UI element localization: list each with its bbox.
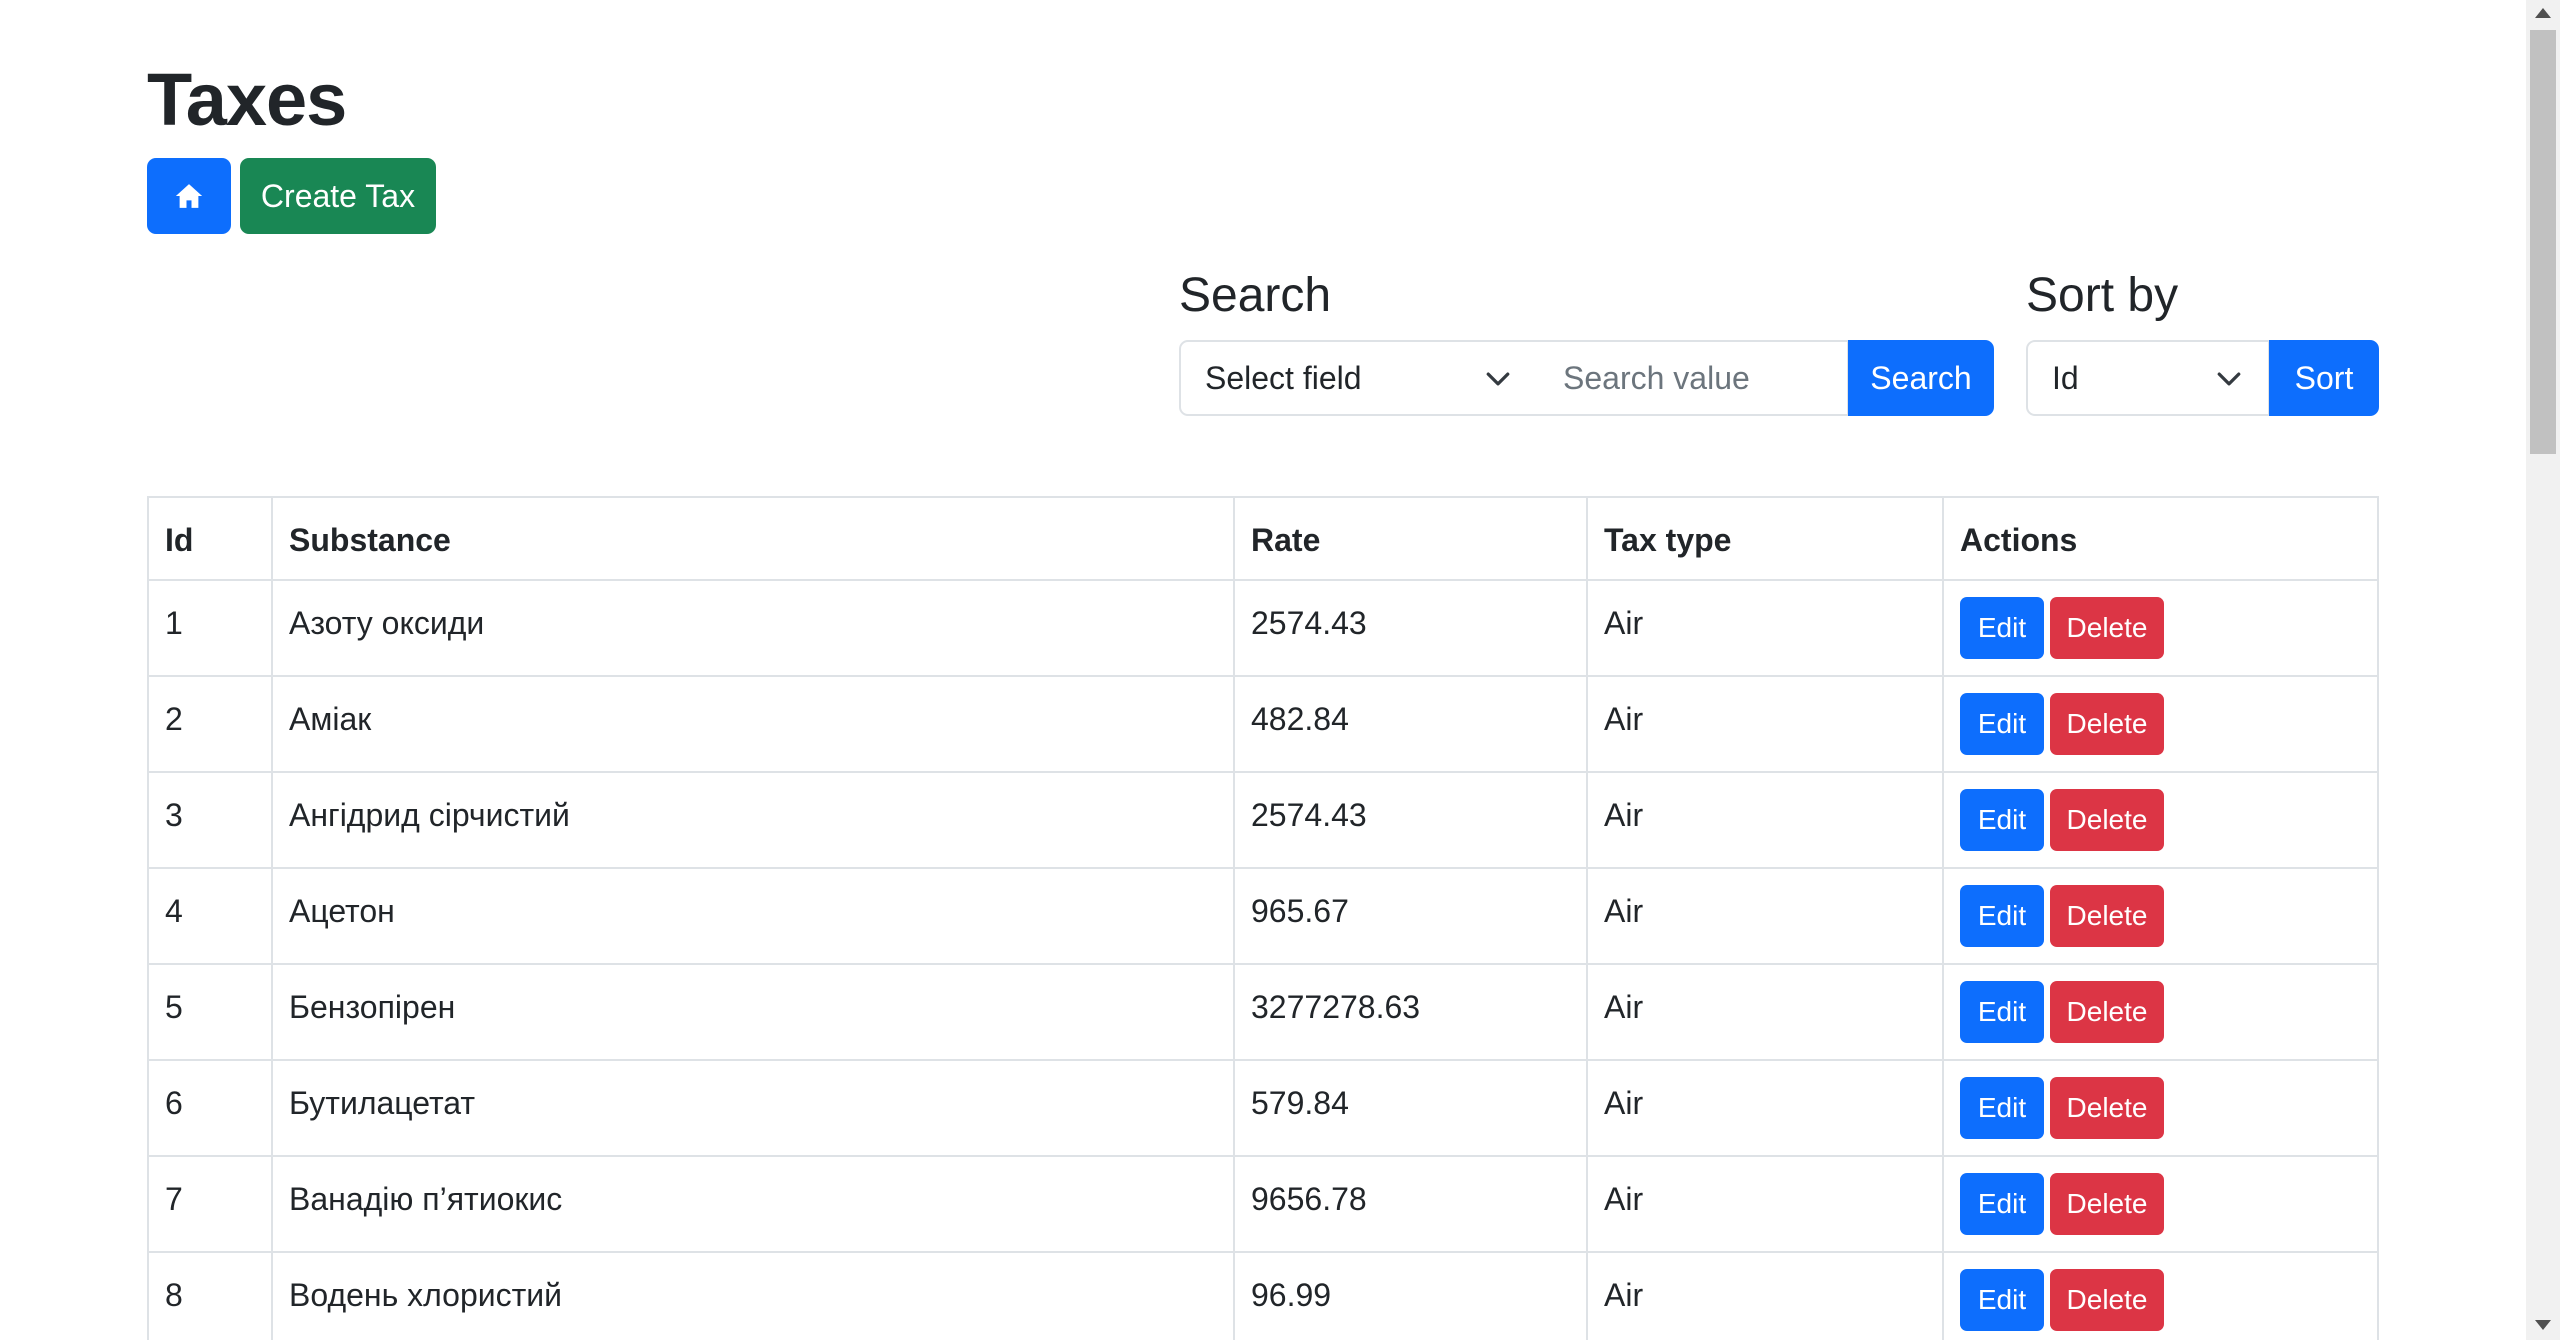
search-input[interactable]: Search value (1537, 340, 1849, 416)
sort-heading: Sort by (2026, 269, 2179, 322)
delete-button[interactable]: Delete (2050, 1173, 2164, 1235)
search-button[interactable]: Search (1848, 340, 1994, 416)
cell-tax-type: Air (1586, 963, 1944, 1061)
cell-substance: Водень хлористий (271, 1251, 1235, 1340)
cell-id: 6 (147, 1059, 273, 1157)
edit-button[interactable]: Edit (1960, 597, 2044, 659)
header-substance: Substance (271, 496, 1235, 581)
cell-actions: Edit Delete (1942, 579, 2379, 677)
sort-field-select[interactable]: Id (2026, 340, 2270, 416)
sort-field-select-value: Id (2052, 359, 2079, 396)
sort-button[interactable]: Sort (2269, 340, 2379, 416)
cell-id: 5 (147, 963, 273, 1061)
delete-button[interactable]: Delete (2050, 885, 2164, 947)
cell-substance: Аміак (271, 675, 1235, 773)
edit-button[interactable]: Edit (1960, 1077, 2044, 1139)
cell-substance: Ацетон (271, 867, 1235, 965)
cell-rate: 579.84 (1233, 1059, 1588, 1157)
cell-substance: Бутилацетат (271, 1059, 1235, 1157)
cell-tax-type: Air (1586, 867, 1944, 965)
cell-actions: Edit Delete (1942, 1155, 2379, 1253)
edit-button[interactable]: Edit (1960, 693, 2044, 755)
cell-id: 7 (147, 1155, 273, 1253)
search-field-select[interactable]: Select field (1179, 340, 1539, 416)
delete-button[interactable]: Delete (2050, 981, 2164, 1043)
table-row: 4 Ацетон 965.67 Air Edit Delete (147, 867, 2379, 965)
home-button[interactable] (147, 158, 231, 234)
cell-rate: 482.84 (1233, 675, 1588, 773)
cell-actions: Edit Delete (1942, 675, 2379, 773)
cell-rate: 96.99 (1233, 1251, 1588, 1340)
cell-tax-type: Air (1586, 579, 1944, 677)
cell-tax-type: Air (1586, 1251, 1944, 1340)
cell-actions: Edit Delete (1942, 867, 2379, 965)
table-row: 1 Азоту оксиди 2574.43 Air Edit Delete (147, 579, 2379, 677)
search-heading: Search (1179, 269, 1332, 322)
search-input-placeholder: Search value (1563, 359, 1750, 396)
edit-button[interactable]: Edit (1960, 1173, 2044, 1235)
cell-rate: 9656.78 (1233, 1155, 1588, 1253)
delete-button[interactable]: Delete (2050, 597, 2164, 659)
page-title: Taxes (147, 58, 347, 141)
cell-actions: Edit Delete (1942, 1251, 2379, 1340)
home-icon (175, 184, 203, 208)
cell-id: 1 (147, 579, 273, 677)
delete-button[interactable]: Delete (2050, 1269, 2164, 1331)
edit-button[interactable]: Edit (1960, 885, 2044, 947)
cell-rate: 2574.43 (1233, 771, 1588, 869)
table-row: 7 Ванадію п’ятиокис 9656.78 Air Edit Dele… (147, 1155, 2379, 1253)
header-rate: Rate (1233, 496, 1588, 581)
page: Taxes Create Tax Search Select field Sea… (0, 0, 2560, 1340)
delete-button[interactable]: Delete (2050, 789, 2164, 851)
cell-substance: Ангідрид сірчистий (271, 771, 1235, 869)
cell-substance: Бензопірен (271, 963, 1235, 1061)
scroll-up-arrow-icon[interactable] (2535, 8, 2551, 18)
header-tax-type: Tax type (1586, 496, 1944, 581)
cell-actions: Edit Delete (1942, 771, 2379, 869)
delete-button[interactable]: Delete (2050, 693, 2164, 755)
create-tax-button[interactable]: Create Tax (240, 158, 436, 234)
cell-actions: Edit Delete (1942, 963, 2379, 1061)
header-actions: Actions (1942, 496, 2379, 581)
edit-button[interactable]: Edit (1960, 789, 2044, 851)
cell-rate: 3277278.63 (1233, 963, 1588, 1061)
taxes-table: Id Substance Rate Tax type Actions 1 Азо… (147, 496, 2379, 1340)
cell-substance: Ванадію п’ятиокис (271, 1155, 1235, 1253)
table-row: 3 Ангідрид сірчистий 2574.43 Air Edit Del… (147, 771, 2379, 869)
cell-id: 8 (147, 1251, 273, 1340)
cell-tax-type: Air (1586, 771, 1944, 869)
search-field-select-value: Select field (1205, 359, 1362, 396)
cell-id: 4 (147, 867, 273, 965)
table-header-row: Id Substance Rate Tax type Actions (147, 496, 2379, 581)
edit-button[interactable]: Edit (1960, 981, 2044, 1043)
cell-actions: Edit Delete (1942, 1059, 2379, 1157)
table-row: 8 Водень хлористий 96.99 Air Edit Delete (147, 1251, 2379, 1340)
cell-tax-type: Air (1586, 675, 1944, 773)
cell-id: 3 (147, 771, 273, 869)
scrollbar-thumb[interactable] (2530, 30, 2556, 454)
edit-button[interactable]: Edit (1960, 1269, 2044, 1331)
delete-button[interactable]: Delete (2050, 1077, 2164, 1139)
cell-tax-type: Air (1586, 1155, 1944, 1253)
table-row: 5 Бензопірен 3277278.63 Air Edit Delete (147, 963, 2379, 1061)
table-row: 6 Бутилацетат 579.84 Air Edit Delete (147, 1059, 2379, 1157)
scroll-down-arrow-icon[interactable] (2535, 1320, 2551, 1330)
chevron-down-icon (2217, 372, 2241, 386)
cell-rate: 965.67 (1233, 867, 1588, 965)
cell-tax-type: Air (1586, 1059, 1944, 1157)
cell-substance: Азоту оксиди (271, 579, 1235, 677)
header-id: Id (147, 496, 273, 581)
table-row: 2 Аміак 482.84 Air Edit Delete (147, 675, 2379, 773)
cell-rate: 2574.43 (1233, 579, 1588, 677)
chevron-down-icon (1486, 372, 1510, 386)
cell-id: 2 (147, 675, 273, 773)
